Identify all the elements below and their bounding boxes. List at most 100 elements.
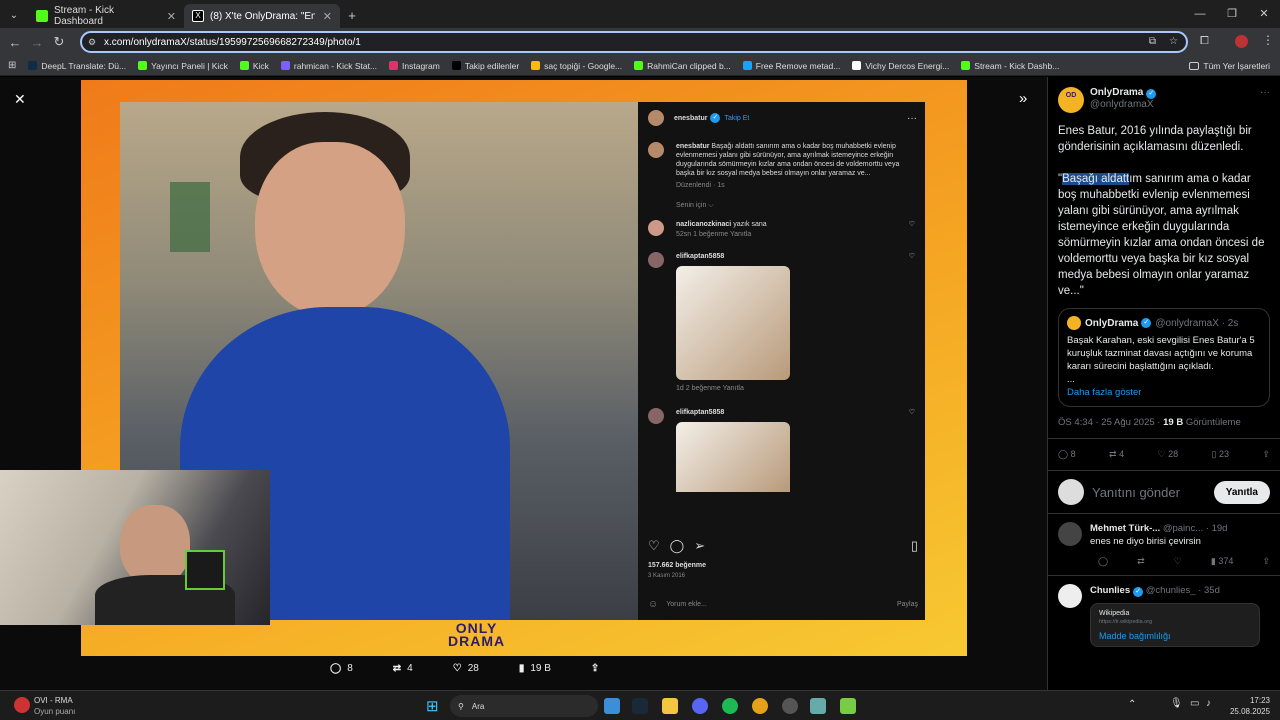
minimize-button[interactable]: — <box>1184 0 1216 28</box>
microphone-icon[interactable]: 🎙 <box>1170 698 1183 709</box>
author-handle[interactable]: @onlydramaX <box>1090 99 1156 111</box>
bookmark-item[interactable]: Kick <box>239 61 269 71</box>
url-text: x.com/onlydramaX/status/1959972569668272… <box>104 36 361 48</box>
back-arrow-icon[interactable]: ← <box>4 35 26 50</box>
views-button[interactable]: ▮ 374 <box>1211 556 1233 567</box>
bookmark-item[interactable]: Stream - Kick Dashb... <box>961 61 1059 71</box>
tab-x-post[interactable]: X (8) X'te OnlyDrama: "Enes Batur ✕ <box>184 4 340 28</box>
reply-button[interactable]: ◯ 8 <box>1058 449 1076 460</box>
ig-likes: 157.662 beğenme <box>648 562 706 569</box>
webcam-overlay <box>0 470 270 625</box>
post-sidebar: OD OnlyDrama ✓ @onlydramaX ··· Enes Batur… <box>1047 77 1280 690</box>
tray-chevron-icon[interactable]: ⌃ <box>1128 699 1136 710</box>
minecraft-icon[interactable] <box>840 698 856 714</box>
repost-button[interactable]: ⇄ 4 <box>393 663 413 674</box>
like-button[interactable]: ♡ 28 <box>453 663 479 674</box>
quoted-post[interactable]: OnlyDrama ✓ @onlydramaX · 2s Başak Karaha… <box>1058 308 1270 407</box>
avatar[interactable]: OD <box>1058 87 1084 113</box>
bookmark-list: DeepL Translate: Dü... Yayıncı Paneli | K… <box>16 61 1059 71</box>
chrome-icon[interactable] <box>752 698 768 714</box>
reply-input[interactable]: Yanıtını gönder <box>1092 485 1180 500</box>
avatar <box>648 110 664 126</box>
install-app-icon[interactable]: ⧉ <box>1149 36 1156 47</box>
tab-title: Stream - Kick Dashboard <box>54 5 115 27</box>
volume-icon[interactable]: ♪ <box>1206 698 1211 709</box>
bookmark-favicon-icon <box>451 61 461 70</box>
close-icon[interactable]: ✕ <box>159 10 176 23</box>
new-tab-button[interactable]: + <box>340 4 364 28</box>
list-item[interactable]: Chunlies ✓ @chunlies_ · 35d Wikipedia htt… <box>1048 576 1280 655</box>
bookmark-item[interactable]: RahmiCan clipped b... <box>634 61 731 71</box>
bookmark-favicon-icon <box>634 61 644 70</box>
bookmark-item[interactable]: Takip edilenler <box>451 61 519 71</box>
avatar[interactable] <box>1058 522 1082 546</box>
obs-icon[interactable] <box>782 698 798 714</box>
save-icon: ▯ <box>910 538 918 553</box>
views-button[interactable]: ▮ 19 B <box>519 663 551 674</box>
share-icon: ⇪ <box>590 663 600 674</box>
search-box[interactable]: ⚲ Ara <box>450 695 598 717</box>
bookmark-item[interactable]: Yayıncı Paneli | Kick <box>138 61 228 71</box>
reload-icon[interactable]: ↻ <box>48 34 70 50</box>
file-explorer-icon[interactable] <box>662 698 678 714</box>
list-item[interactable]: Mehmet Türk-... @painc... · 19d enes ne … <box>1048 514 1280 576</box>
extensions-icon[interactable]: ⧠ <box>1200 35 1209 48</box>
post-header: OD OnlyDrama ✓ @onlydramaX ··· <box>1048 77 1280 113</box>
network-icon[interactable]: ▭ <box>1190 698 1199 709</box>
bookmark-item[interactable]: Free Remove metad... <box>742 61 840 71</box>
author-name[interactable]: OnlyDrama <box>1090 87 1143 98</box>
show-more-link[interactable]: Daha fazla göster <box>1067 386 1261 399</box>
maximize-button[interactable]: ❐ <box>1216 0 1248 28</box>
more-icon[interactable]: ··· <box>1260 87 1270 98</box>
site-info-icon[interactable]: ⚙ <box>88 37 96 48</box>
share-button[interactable]: ⇪ <box>591 663 599 674</box>
photos-icon[interactable] <box>604 698 620 714</box>
ig-username: enesbatur <box>674 114 708 122</box>
game-widget[interactable]: OVI - RMA Oyun puanı <box>34 695 75 717</box>
repost-button[interactable]: ⇄ 4 <box>1109 449 1124 460</box>
reply-button[interactable]: Yanıtla <box>1213 480 1270 504</box>
bookmark-item[interactable]: DeepL Translate: Dü... <box>28 61 126 71</box>
tab-bar: ⌄ Stream - Kick Dashboard ✕ X (8) X'te O… <box>0 0 1280 28</box>
close-window-button[interactable]: ✕ <box>1248 0 1280 28</box>
apps-grid-icon[interactable]: ⊞ <box>8 60 16 71</box>
all-bookmarks-folder[interactable]: Tüm Yer İşaretleri <box>1189 61 1270 71</box>
menu-icon[interactable]: ⋮ <box>1262 33 1274 47</box>
bookmark-button[interactable]: ▯ 23 <box>1212 449 1229 460</box>
taskbar: OVI - RMA Oyun puanı ⊞ ⚲ Ara ⌃ 🎙 ▭ ♪ 17:… <box>0 690 1280 720</box>
spotify-icon[interactable] <box>722 698 738 714</box>
instagram-panel: enesbatur ✓ Takip Et ··· enesbatur Başağ… <box>638 102 925 620</box>
forward-arrow-icon[interactable]: → <box>26 35 48 50</box>
bookmark-item[interactable]: saç topiği - Google... <box>531 61 622 71</box>
like-button[interactable]: ♡ 28 <box>1158 449 1179 460</box>
steam-icon[interactable] <box>632 698 648 714</box>
heart-icon: ♡ <box>648 538 660 553</box>
bookmark-favicon-icon <box>280 61 290 70</box>
heart-icon[interactable]: ♡ <box>1174 556 1182 567</box>
app-icon[interactable] <box>810 698 826 714</box>
close-icon[interactable]: ✕ <box>315 10 332 23</box>
clock[interactable]: 17:23 25.08.2025 <box>1226 695 1270 717</box>
reply-button[interactable]: ◯ 8 <box>330 663 353 674</box>
verified-icon: ✓ <box>1141 318 1152 328</box>
x-icon: X <box>192 10 204 22</box>
url-input[interactable]: ⚙ x.com/onlydramaX/status/19599725696682… <box>80 31 1188 53</box>
bookmark-item[interactable]: rahmican - Kick Stat... <box>280 61 377 71</box>
share-icon[interactable]: ⇪ <box>1262 449 1270 460</box>
collapse-sidebar-icon[interactable]: » <box>1019 90 1027 107</box>
bookmark-item[interactable]: Instagram <box>389 61 440 71</box>
reply-icon[interactable]: ◯ <box>1098 556 1108 567</box>
bookmark-item[interactable]: Vichy Dercos Energi... <box>852 61 949 71</box>
windows-start-icon[interactable]: ⊞ <box>426 697 439 715</box>
share-icon[interactable]: ⇪ <box>1262 556 1270 567</box>
repost-icon[interactable]: ⇄ <box>1137 556 1145 567</box>
close-viewer-icon[interactable]: ✕ <box>14 91 26 108</box>
verified-icon: ✓ <box>1146 89 1157 99</box>
discord-icon[interactable] <box>692 698 708 714</box>
avatar[interactable] <box>1058 584 1082 608</box>
bookmark-star-icon[interactable]: ☆ <box>1169 36 1178 47</box>
tab-kick-dashboard[interactable]: Stream - Kick Dashboard ✕ <box>28 4 184 28</box>
profile-avatar[interactable] <box>1235 35 1248 48</box>
card-link[interactable]: Madde bağımlılığı <box>1099 632 1251 641</box>
tab-search-button[interactable]: ⌄ <box>0 4 28 28</box>
